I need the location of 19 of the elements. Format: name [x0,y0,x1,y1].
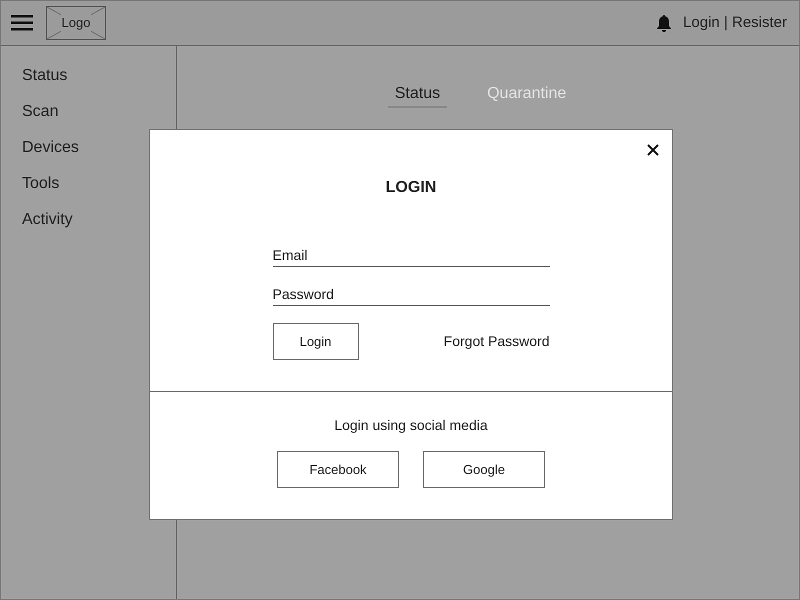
login-register-link[interactable]: Login | Resister [683,12,787,34]
bell-icon[interactable] [655,14,674,32]
menu-icon[interactable] [11,15,33,31]
sidebar-item[interactable]: Devices [22,136,79,160]
sidebar-item[interactable]: Scan [22,100,58,124]
social-login-button[interactable]: Google [423,451,545,488]
input-field[interactable]: Email [272,244,550,267]
sidebar-item[interactable]: Tools [22,172,60,196]
input-field[interactable]: Password [272,283,550,306]
login-button[interactable]: Login [272,323,358,360]
social-caption: Login using social media [334,416,488,435]
social-login-button[interactable]: Facebook [277,451,399,488]
dialog-title: LOGIN [386,178,436,198]
forgot-password-link[interactable]: Forgot Password [444,331,550,352]
close-icon[interactable] [647,144,659,156]
logo[interactable]: Logo [46,6,106,40]
sidebar-item[interactable]: Activity [22,208,73,232]
sidebar-item[interactable]: Status [22,64,68,88]
tab[interactable]: Status [388,82,448,108]
